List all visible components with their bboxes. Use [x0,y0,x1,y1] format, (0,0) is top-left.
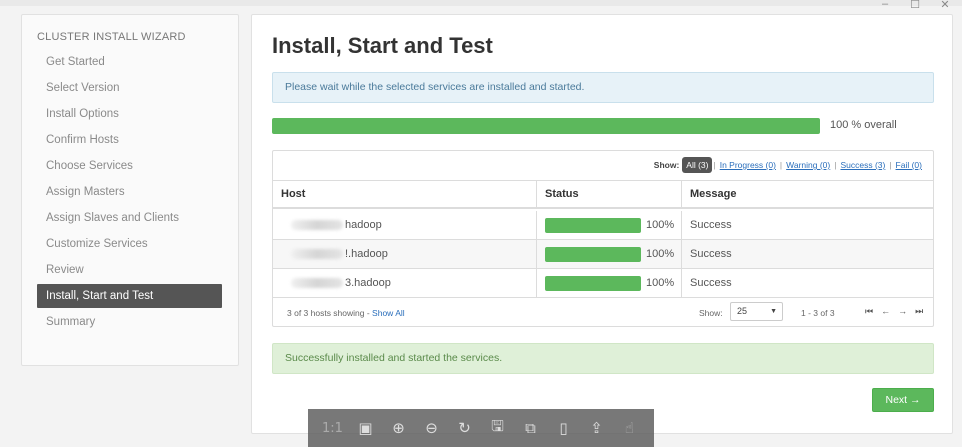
host-progress-bar[interactable] [545,275,641,291]
host-cell: hadoop [273,211,537,239]
prev-page-icon[interactable]: ← [881,306,890,317]
redacted-hostname [291,220,343,230]
page-title: Install, Start and Test [272,33,493,58]
host-progress-label: 100% [646,248,675,260]
page-size-value: 25 [737,306,748,316]
header-status[interactable]: Status [537,181,682,207]
status-filter: Show: All (3) | In Progress (0) | Warnin… [654,157,925,173]
sidebar-item-summary[interactable]: Summary [37,309,222,335]
table-row: hadoop 100% Success [273,211,933,240]
fit-screen-icon[interactable]: ▣ [355,419,377,437]
wizard-sidebar: CLUSTER INSTALL WIZARD Get Started Select… [21,14,239,366]
maximize-icon[interactable]: ☐ [908,0,922,11]
overall-progress-bar [272,118,820,134]
minimize-icon[interactable]: – [878,0,892,11]
host-cell: !.hadoop [273,240,537,268]
next-button[interactable]: Next → [872,388,934,412]
host-progress-fill [545,275,641,291]
filter-show-label: Show: [653,160,680,170]
host-name[interactable]: hadoop [345,211,382,239]
host-name[interactable]: !.hadoop [345,240,388,268]
info-alert: Please wait while the selected services … [272,72,934,103]
filter-all[interactable]: All (3) [682,157,713,173]
message-cell[interactable]: Success [682,269,933,297]
message-cell[interactable]: Success [682,240,933,268]
main-panel: Install, Start and Test Please wait whil… [251,14,953,434]
actual-size-icon[interactable]: 1:1 [322,421,344,436]
save-icon[interactable]: 🖫 [487,416,509,441]
filter-fail[interactable]: Fail (0) [896,160,922,170]
host-progress-fill [545,246,641,262]
host-progress-bar[interactable] [545,217,641,233]
success-alert: Successfully installed and started the s… [272,343,934,374]
header-host[interactable]: Host [273,181,537,207]
sidebar-item-select-version[interactable]: Select Version [37,75,222,101]
status-cell: 100% [537,211,682,239]
filter-separator: | [889,160,892,170]
redacted-hostname [291,249,343,259]
chevron-down-icon: ▼ [770,308,777,315]
sidebar-item-get-started[interactable]: Get Started [37,49,222,75]
table-row: !.hadoop 100% Success [273,240,933,269]
filter-separator: | [713,160,716,170]
sidebar-item-assign-masters[interactable]: Assign Masters [37,179,222,205]
sidebar-items: Get Started Select Version Install Options… [22,49,238,335]
viewer-toolbar: 1:1 ▣ ⊕ ⊖ ↻ 🖫 ⧉ ▯ ⇪ ☝ [308,409,654,447]
sidebar-item-assign-slaves-and-clients[interactable]: Assign Slaves and Clients [37,205,222,231]
header-message[interactable]: Message [682,181,933,207]
overall-progress-label: 100 % overall [830,119,897,131]
overall-progress-fill [272,118,820,134]
host-progress-bar[interactable] [545,246,641,262]
window-controls: – ☐ ✕ [878,0,952,11]
hosts-table: Show: All (3) | In Progress (0) | Warnin… [272,150,934,327]
sidebar-item-customize-services[interactable]: Customize Services [37,231,222,257]
filter-warning[interactable]: Warning (0) [786,160,830,170]
filter-in-progress[interactable]: In Progress (0) [720,160,776,170]
show-all-link[interactable]: Show All [372,308,405,318]
host-progress-label: 100% [646,277,675,289]
bookmark-icon[interactable]: ⧉ [520,419,542,437]
close-icon[interactable]: ✕ [938,0,952,11]
page-size-label: Show: [699,308,723,318]
sidebar-item-install-start-and-test[interactable]: Install, Start and Test [37,284,222,308]
window-top-strip [0,0,962,6]
zoom-in-icon[interactable]: ⊕ [388,419,410,437]
table-row: 3.hadoop 100% Success [273,269,933,298]
sidebar-item-choose-services[interactable]: Choose Services [37,153,222,179]
host-name[interactable]: 3.hadoop [345,269,391,297]
table-header: Host Status Message [273,180,933,209]
touch-icon[interactable]: ☝ [619,419,641,437]
filter-separator: | [779,160,783,170]
share-icon[interactable]: ⇪ [586,419,608,437]
sidebar-title: CLUSTER INSTALL WIZARD [37,31,186,43]
host-cell: 3.hadoop [273,269,537,297]
next-page-icon[interactable]: → [898,306,907,317]
last-page-icon[interactable]: ⏭ [915,306,923,317]
status-cell: 100% [537,240,682,268]
redacted-hostname [291,278,343,288]
status-cell: 100% [537,269,682,297]
rotate-icon[interactable]: ↻ [454,419,476,437]
hosts-count-text: 3 of 3 hosts showing - [287,308,373,318]
sidebar-item-install-options[interactable]: Install Options [37,101,222,127]
page-size-select[interactable]: 25 ▼ [730,302,783,321]
slideshow-icon[interactable]: ▯ [553,419,575,437]
first-page-icon[interactable]: ⏮ [865,306,873,317]
sidebar-item-confirm-hosts[interactable]: Confirm Hosts [37,127,222,153]
message-cell[interactable]: Success [682,211,933,239]
hosts-count: 3 of 3 hosts showing - Show All [287,308,405,318]
zoom-out-icon[interactable]: ⊖ [421,419,443,437]
pagination-range: 1 - 3 of 3 [801,308,835,318]
filter-separator: | [834,160,837,170]
host-progress-fill [545,217,641,233]
filter-success[interactable]: Success (3) [840,160,885,170]
sidebar-item-review[interactable]: Review [37,257,222,283]
table-footer: 3 of 3 hosts showing - Show All Show: 25… [273,297,933,327]
host-progress-label: 100% [646,219,675,231]
pagination-controls: ⏮ ← → ⏭ [865,306,923,317]
